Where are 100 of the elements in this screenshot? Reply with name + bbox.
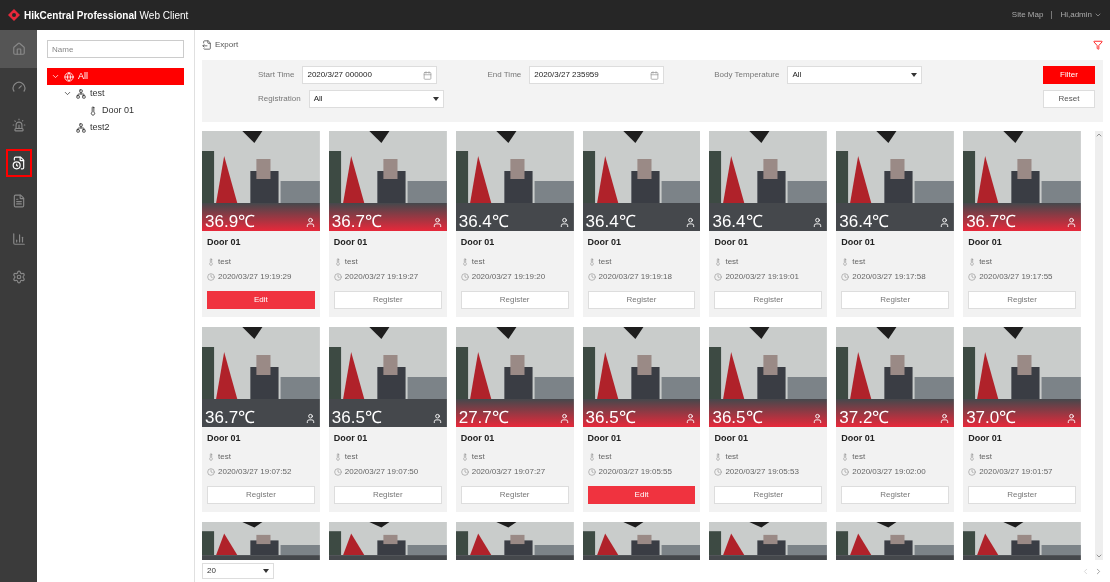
clock-icon: [207, 272, 215, 281]
capture-time: 2020/03/27 19:07:27: [471, 466, 546, 478]
register-button[interactable]: Register: [460, 486, 569, 504]
register-button[interactable]: Register: [460, 290, 569, 309]
date-field[interactable]: 2020/3/27 000000: [302, 66, 438, 84]
field-label: Start Time: [258, 69, 295, 81]
group-name: test: [471, 451, 485, 463]
temperature-reading: 36.5℃: [585, 408, 636, 426]
person-icon: [812, 217, 824, 228]
clock-icon: [587, 468, 596, 476]
group-name: test: [979, 451, 993, 463]
bar-chart-icon: [11, 232, 26, 246]
siren-icon: [11, 118, 26, 132]
temperature-reading: 37.2℃: [839, 408, 890, 426]
filter-icon[interactable]: [1093, 40, 1103, 50]
temperature-reading: 27.7℃: [458, 408, 509, 426]
home-icon: [11, 42, 26, 56]
thermometer-icon: [968, 453, 977, 461]
group-name: test: [725, 451, 739, 463]
person-icon: [558, 412, 570, 424]
group-name: test: [598, 255, 612, 268]
register-button[interactable]: Register: [841, 290, 950, 309]
group-name: test: [218, 451, 231, 463]
capture-time: 2020/03/27 19:17:58: [852, 270, 926, 283]
thermometer-icon: [841, 257, 850, 266]
scroll-down-icon[interactable]: [1095, 552, 1103, 560]
clock-icon: [460, 468, 469, 476]
chevron-icon: [1094, 11, 1102, 19]
person-icon: [304, 217, 316, 228]
door-name: Door 01: [333, 236, 369, 249]
door-name: Door 01: [207, 431, 242, 445]
capture-time: 2020/03/27 19:19:20: [471, 270, 546, 283]
edit-button[interactable]: Edit: [207, 290, 315, 309]
person-icon: [812, 412, 824, 424]
date-field[interactable]: 2020/3/27 235959: [529, 66, 665, 84]
tree-item[interactable]: All: [47, 68, 184, 85]
door-name: Door 01: [968, 431, 1003, 445]
group-name: test: [598, 451, 612, 463]
field-label: Registration: [258, 93, 301, 105]
capture-time: 2020/03/27 19:02:00: [852, 466, 926, 478]
temperature-reading: 37.0℃: [966, 408, 1017, 426]
register-button[interactable]: Register: [968, 290, 1076, 309]
register-button[interactable]: Register: [714, 486, 823, 504]
export-button[interactable]: Export: [202, 39, 239, 51]
globe-icon: [64, 71, 74, 82]
register-button[interactable]: Register: [714, 290, 823, 309]
group-name: test: [852, 451, 866, 463]
next-page-icon[interactable]: [1094, 566, 1103, 576]
edit-button[interactable]: Edit: [587, 486, 696, 504]
register-button[interactable]: Register: [587, 290, 696, 309]
door-name: Door 01: [460, 236, 496, 249]
tree-item[interactable]: Door 01: [47, 102, 184, 119]
capture-time: 2020/03/27 19:05:55: [598, 466, 672, 478]
logo-icon: [8, 9, 20, 21]
clock-icon: [968, 468, 977, 476]
capture-time: 2020/03/27 19:19:18: [598, 270, 672, 283]
thermometer-icon: [841, 453, 850, 461]
temperature-reading: 36.4℃: [839, 213, 890, 230]
site-map-link[interactable]: Site Map: [1011, 9, 1044, 21]
capture-time: 2020/03/27 19:07:50: [344, 466, 419, 478]
register-button[interactable]: Register: [968, 486, 1076, 504]
thermometer-icon: [207, 257, 215, 266]
person-icon: [431, 412, 443, 424]
reset-button[interactable]: Reset: [1043, 90, 1095, 108]
register-button[interactable]: Register: [333, 290, 442, 309]
door-name: Door 01: [460, 431, 496, 445]
page-size-dropdown[interactable]: 20: [202, 563, 274, 579]
temperature-reading: 36.4℃: [458, 213, 509, 230]
thermometer-icon: [207, 453, 215, 461]
door-name: Door 01: [714, 236, 749, 249]
previous-page-icon[interactable]: [1081, 566, 1090, 576]
register-button[interactable]: Register: [333, 486, 442, 504]
filter-button[interactable]: Filter: [1043, 66, 1095, 84]
thermometer-icon: [968, 257, 977, 266]
tree-item[interactable]: test2: [47, 119, 184, 136]
search-field[interactable]: Name: [47, 40, 184, 58]
door-name: Door 01: [841, 431, 876, 445]
dropdown-field[interactable]: All: [787, 66, 923, 84]
register-button[interactable]: Register: [207, 486, 315, 504]
clock-icon: [714, 272, 723, 281]
calendar-icon: [423, 70, 433, 80]
field-label: End Time: [487, 69, 522, 81]
clock-icon: [460, 272, 469, 281]
scrollbar[interactable]: [1095, 131, 1103, 560]
gauge-icon: [11, 80, 26, 94]
person-icon: [1066, 412, 1077, 424]
door-name: Door 01: [968, 236, 1003, 249]
capture-time: 2020/03/27 19:05:53: [725, 466, 799, 478]
dropdown-field[interactable]: All: [308, 90, 444, 108]
calendar-icon: [650, 70, 660, 80]
clock-icon: [714, 468, 723, 476]
user-menu-link[interactable]: Hi,admin: [1060, 9, 1102, 21]
dropdown-caret-icon: [432, 97, 439, 101]
temperature-reading: 36.5℃: [331, 408, 382, 426]
tree-item[interactable]: test: [47, 85, 184, 102]
register-button[interactable]: Register: [841, 486, 950, 504]
group-name: test: [852, 255, 866, 268]
scroll-up-icon[interactable]: [1095, 131, 1103, 139]
door-name: Door 01: [587, 431, 623, 445]
thermometer-icon: [88, 105, 98, 116]
